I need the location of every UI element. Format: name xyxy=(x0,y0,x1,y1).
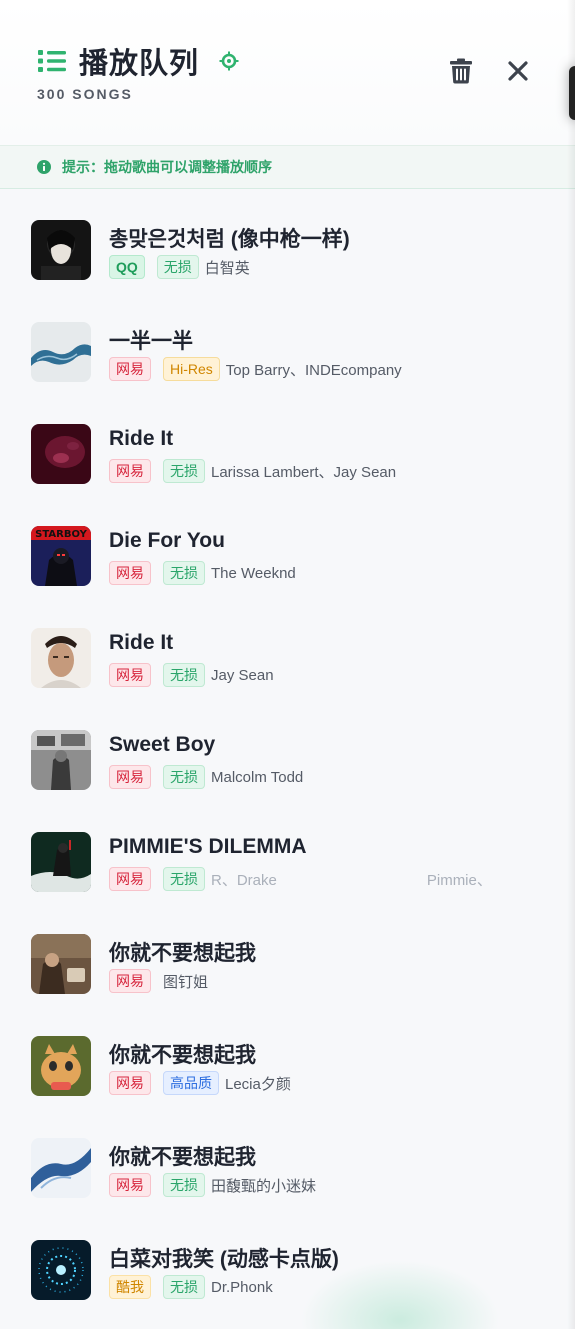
clear-queue-button[interactable] xyxy=(446,56,476,86)
album-cover xyxy=(31,322,91,382)
locate-current-icon[interactable] xyxy=(219,51,239,71)
song-title: 你就不要想起我 xyxy=(109,1146,256,1169)
quality-badge: 高品质 xyxy=(163,1071,219,1095)
queue-header: 播放队列 300 SONGS xyxy=(0,0,575,145)
album-cover: STARBOY xyxy=(31,526,91,586)
song-meta: 网易 无损 The Weeknd xyxy=(109,561,296,585)
song-artist: Malcolm Todd xyxy=(211,768,304,786)
quality-badge: 无损 xyxy=(163,459,205,483)
song-artist: The Weeknd xyxy=(211,564,296,582)
song-title: 你就不要想起我 xyxy=(109,942,256,965)
song-meta: 网易 无损 Larissa Lambert、Jay Sean xyxy=(109,459,396,483)
close-button[interactable] xyxy=(503,56,533,86)
song-meta: 酷我 无损 Dr.Phonk xyxy=(109,1275,273,1299)
song-meta: 网易 高品质 Lecia夕颜 xyxy=(109,1071,291,1095)
album-cover xyxy=(31,628,91,688)
drag-tip-bar: 提示：拖动歌曲可以调整播放顺序 xyxy=(0,145,575,189)
source-badge: 网易 xyxy=(109,1071,151,1095)
queue-item[interactable]: 一半一半 网易 Hi-Res Top Barry、INDEcompany xyxy=(0,292,575,394)
quality-badge: 无损 xyxy=(163,765,205,789)
queue-item[interactable]: PIMMIE'S DILEMMA 网易 无损 R、Drake Pimmie、 xyxy=(0,802,575,904)
queue-item[interactable]: 총맞은것처럼 (像中枪一样) QQ 无损 白智英 xyxy=(0,190,575,292)
song-meta: 网易 无损 Malcolm Todd xyxy=(109,765,303,789)
song-title: Ride It xyxy=(109,631,174,654)
song-title: 총맞은것처럼 (像中枪一样) xyxy=(109,228,350,251)
quality-badge: 无损 xyxy=(163,867,205,891)
album-cover xyxy=(31,424,91,484)
queue-item[interactable]: 你就不要想起我 网易 图钉姐 xyxy=(0,904,575,1006)
song-meta: 网易 无损 R、Drake Pimmie、 xyxy=(109,867,492,891)
queue-item[interactable]: Ride It 网易 无损 Jay Sean xyxy=(0,598,575,700)
song-meta: 网易 无损 Jay Sean xyxy=(109,663,274,687)
panel-edge-handle xyxy=(569,66,575,120)
quality-badge: 无损 xyxy=(163,561,205,585)
song-meta: QQ 无损 白智英 xyxy=(109,255,250,279)
song-artist: Jay Sean xyxy=(211,666,274,684)
quality-badge: 无损 xyxy=(163,1275,205,1299)
song-artist: Lecia夕颜 xyxy=(225,1075,291,1093)
song-title: 你就不要想起我 xyxy=(109,1044,256,1067)
list-icon xyxy=(38,50,66,72)
source-badge: 酷我 xyxy=(109,1275,151,1299)
song-artist: R、Drake xyxy=(211,871,277,889)
queue-item[interactable]: Ride It 网易 无损 Larissa Lambert、Jay Sean xyxy=(0,394,575,496)
queue-item[interactable]: 你就不要想起我 网易 高品质 Lecia夕颜 xyxy=(0,1006,575,1108)
song-title: 一半一半 xyxy=(109,330,193,353)
page-title: 播放队列 xyxy=(79,48,200,80)
song-title: Die For You xyxy=(109,529,225,552)
quality-badge: 无损 xyxy=(163,663,205,687)
song-count: 300 SONGS xyxy=(37,86,133,102)
album-cover-text: STARBOY xyxy=(35,529,87,540)
queue-item[interactable]: Sweet Boy 网易 无损 Malcolm Todd xyxy=(0,700,575,802)
source-badge: 网易 xyxy=(109,561,151,585)
source-badge: 网易 xyxy=(109,1173,151,1197)
source-badge: 网易 xyxy=(109,357,151,381)
album-cover xyxy=(31,730,91,790)
quality-badge: 无损 xyxy=(163,1173,205,1197)
song-title: Ride It xyxy=(109,427,174,450)
trash-icon xyxy=(450,58,472,84)
song-artist: 图钉姐 xyxy=(163,973,209,991)
song-artist: Top Barry、INDEcompany xyxy=(225,361,402,379)
album-cover xyxy=(31,1240,91,1300)
source-badge: 网易 xyxy=(109,459,151,483)
album-cover xyxy=(31,1036,91,1096)
album-cover xyxy=(31,934,91,994)
song-meta: 网易 图钉姐 xyxy=(109,969,208,993)
tip-text: 提示：拖动歌曲可以调整播放顺序 xyxy=(62,159,272,175)
album-cover xyxy=(31,832,91,892)
song-title: 白菜对我笑 (动感卡点版) xyxy=(109,1248,339,1271)
source-badge: QQ xyxy=(109,255,145,279)
song-artist: 田馥甄的小迷妹 xyxy=(211,1177,317,1195)
album-cover xyxy=(31,1138,91,1198)
quality-badge: Hi-Res xyxy=(163,357,220,381)
source-badge: 网易 xyxy=(109,663,151,687)
song-meta: 网易 Hi-Res Top Barry、INDEcompany xyxy=(109,357,402,381)
song-artist: 白智英 xyxy=(204,259,250,277)
close-icon xyxy=(508,61,528,81)
queue-item[interactable]: 你就不要想起我 网易 无损 田馥甄的小迷妹 xyxy=(0,1108,575,1210)
queue-list: 총맞은것처럼 (像中枪一样) QQ 无损 白智英 一半一半 网易 Hi-Res … xyxy=(0,190,575,1312)
song-meta: 网易 无损 田馥甄的小迷妹 xyxy=(109,1173,316,1197)
song-title: PIMMIE'S DILEMMA xyxy=(109,835,307,858)
source-badge: 网易 xyxy=(109,765,151,789)
song-title: Sweet Boy xyxy=(109,733,216,756)
quality-badge: 无损 xyxy=(156,255,199,279)
source-badge: 网易 xyxy=(109,969,151,993)
queue-item[interactable]: STARBOY Die For You 网易 无损 The Weeknd xyxy=(0,496,575,598)
info-icon xyxy=(37,160,51,174)
song-artist: Dr.Phonk xyxy=(211,1278,273,1296)
title-row: 播放队列 xyxy=(37,40,239,82)
source-badge: 网易 xyxy=(109,867,151,891)
album-cover xyxy=(31,220,91,280)
song-artist-2: Pimmie、 xyxy=(426,871,492,889)
queue-item[interactable]: 白菜对我笑 (动感卡点版) 酷我 无损 Dr.Phonk xyxy=(0,1210,575,1312)
song-artist: Larissa Lambert、Jay Sean xyxy=(211,463,397,481)
